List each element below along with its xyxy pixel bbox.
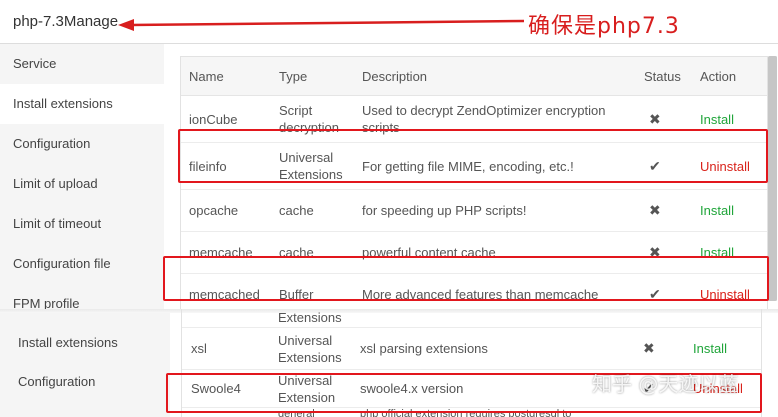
sidebar: Service Install extensions Configuration…	[0, 44, 164, 309]
table-row: xsl Universal Extensions xsl parsing ext…	[182, 327, 761, 370]
highlight-box-memcached	[163, 256, 769, 301]
sidebar-item-configuration[interactable]: Configuration	[0, 124, 164, 164]
sidebar-item-limit-timeout[interactable]: Limit of timeout	[0, 204, 164, 244]
ext-type: Extensions	[277, 309, 359, 328]
table-header-row: Name Type Description Status Action	[181, 57, 767, 96]
ext-description: for speeding up PHP scripts!	[361, 189, 643, 232]
sidebar-item-service[interactable]: Service	[0, 44, 164, 84]
table-scrollbar[interactable]	[768, 56, 777, 301]
col-status-header: Status	[643, 57, 699, 96]
sidebar-item-configuration-file[interactable]: Configuration file	[0, 244, 164, 284]
ext-type: cache	[278, 189, 361, 232]
col-action-header: Action	[699, 57, 767, 96]
status-not-installed-icon: ✖	[643, 189, 699, 232]
annotation-arrow-icon	[118, 19, 525, 31]
scrollbar-thumb[interactable]	[768, 56, 777, 301]
lower-sidebar-item-install-extensions[interactable]: Install extensions	[0, 323, 170, 363]
col-name-header: Name	[181, 57, 278, 96]
sidebar-item-install-extensions[interactable]: Install extensions	[0, 84, 164, 124]
install-button[interactable]: Install	[693, 341, 727, 356]
col-description-header: Description	[361, 57, 643, 96]
ext-description: xsl parsing extensions	[359, 327, 637, 370]
status-not-installed-icon: ✖	[637, 327, 692, 370]
annotation-text: 确保是php7.3	[528, 14, 680, 39]
sidebar-item-limit-upload[interactable]: Limit of upload	[0, 164, 164, 204]
watermark: 知乎 @天迹以蓝	[592, 372, 739, 396]
table-row: opcache cache for speeding up PHP script…	[181, 189, 767, 232]
table-row: Extensions	[182, 309, 761, 328]
lower-sidebar-item-configuration[interactable]: Configuration	[0, 362, 170, 402]
ext-name: opcache	[181, 189, 278, 232]
highlight-box-fileinfo	[178, 129, 768, 183]
window-title: php-7.3Manage	[13, 13, 119, 30]
install-button[interactable]: Install	[700, 112, 734, 127]
lower-sidebar: Install extensions Configuration	[0, 313, 170, 417]
ext-name: xsl	[182, 327, 277, 370]
ext-type: Universal Extensions	[277, 327, 359, 370]
sidebar-item-fpm-profile[interactable]: FPM profile	[0, 284, 164, 309]
install-button[interactable]: Install	[700, 203, 734, 218]
col-type-header: Type	[278, 57, 361, 96]
